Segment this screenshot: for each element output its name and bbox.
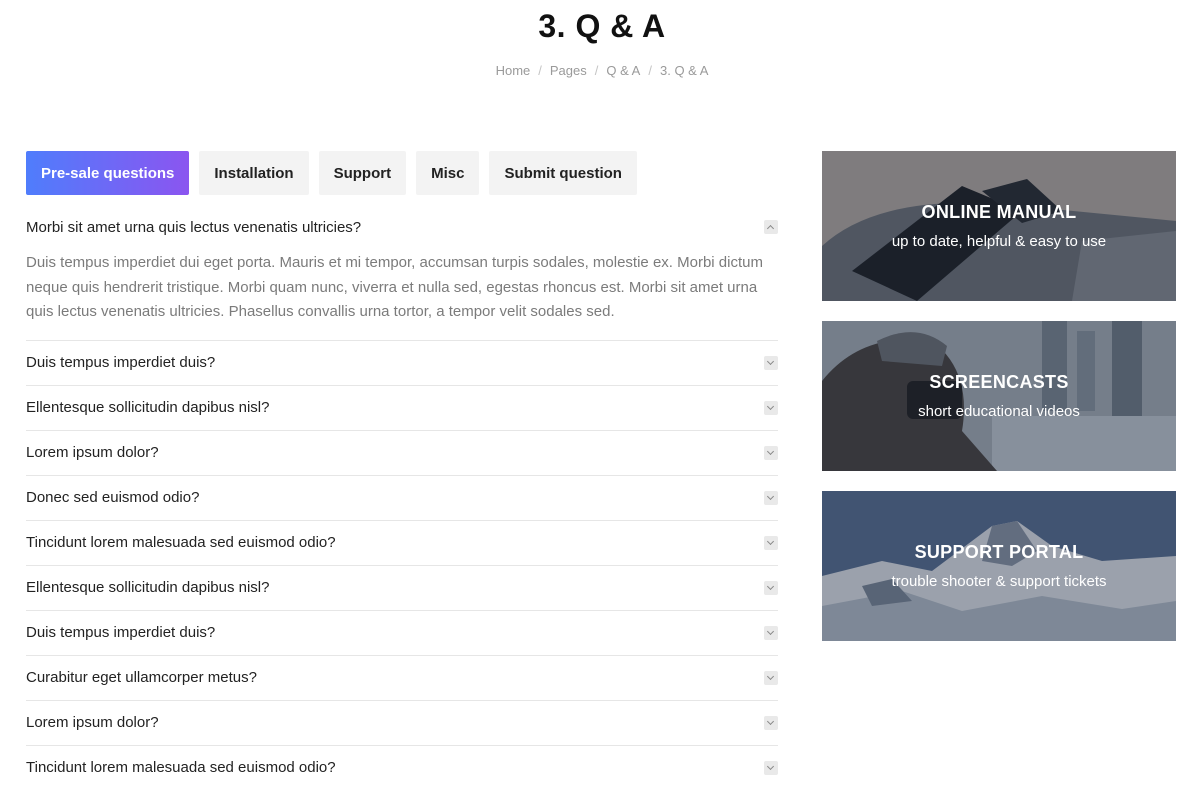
chevron-up-icon[interactable] <box>764 220 778 234</box>
faq-question[interactable]: Ellentesque sollicitudin dapibus nisl? <box>26 386 778 430</box>
tab-installation[interactable]: Installation <box>199 151 309 195</box>
faq-question-text: Duis tempus imperdiet duis? <box>26 624 216 641</box>
promo-subtitle: short educational videos <box>918 403 1080 420</box>
breadcrumb-home[interactable]: Home <box>496 63 531 78</box>
breadcrumb-qa[interactable]: Q & A <box>606 63 640 78</box>
faq-item: Tincidunt lorem malesuada sed euismod od… <box>26 746 778 790</box>
faq-item: Duis tempus imperdiet duis? <box>26 611 778 656</box>
breadcrumb-separator: / <box>538 63 542 78</box>
faq-question-text: Curabitur eget ullamcorper metus? <box>26 669 257 686</box>
faq-question[interactable]: Morbi sit amet urna quis lectus venenati… <box>26 206 778 248</box>
promo-content: SUPPORT PORTAL trouble shooter & support… <box>822 491 1176 641</box>
promo-subtitle: trouble shooter & support tickets <box>891 573 1107 590</box>
chevron-down-icon[interactable] <box>764 715 778 730</box>
faq-question[interactable]: Duis tempus imperdiet duis? <box>26 611 778 655</box>
faq-accordion: Morbi sit amet urna quis lectus venenati… <box>26 206 778 790</box>
faq-question-text: Donec sed euismod odio? <box>26 489 200 506</box>
promo-title: SUPPORT PORTAL <box>914 542 1084 562</box>
promo-title: SCREENCASTS <box>929 372 1069 392</box>
chevron-down-icon[interactable] <box>764 625 778 640</box>
faq-item: Ellentesque sollicitudin dapibus nisl? <box>26 566 778 611</box>
faq-item: Curabitur eget ullamcorper metus? <box>26 656 778 701</box>
chevron-down-icon[interactable] <box>764 670 778 685</box>
breadcrumb-separator: / <box>648 63 652 78</box>
faq-item: Duis tempus imperdiet duis? <box>26 341 778 386</box>
faq-question-text: Tincidunt lorem malesuada sed euismod od… <box>26 534 336 551</box>
faq-item: Lorem ipsum dolor? <box>26 431 778 476</box>
promo-subtitle: up to date, helpful & easy to use <box>891 233 1107 250</box>
promo-title: ONLINE MANUAL <box>921 202 1077 222</box>
faq-item-open: Morbi sit amet urna quis lectus venenati… <box>26 206 778 341</box>
tab-misc[interactable]: Misc <box>416 151 480 195</box>
chevron-down-icon[interactable] <box>764 580 778 595</box>
breadcrumb-separator: / <box>594 63 599 78</box>
promo-content: SCREENCASTS short educational videos <box>822 321 1176 471</box>
faq-question-text: Ellentesque sollicitudin dapibus nisl? <box>26 399 270 416</box>
promo-support-portal[interactable]: SUPPORT PORTAL trouble shooter & support… <box>822 491 1176 641</box>
faq-item: Lorem ipsum dolor? <box>26 701 778 746</box>
faq-answer: Duis tempus imperdiet dui eget porta. Ma… <box>26 254 763 320</box>
faq-item: Donec sed euismod odio? <box>26 476 778 521</box>
faq-question[interactable]: Tincidunt lorem malesuada sed euismod od… <box>26 746 778 790</box>
faq-question-text: Duis tempus imperdiet duis? <box>26 354 216 371</box>
faq-item: Ellentesque sollicitudin dapibus nisl? <box>26 386 778 431</box>
breadcrumb: Home / Pages / Q & A / 3. Q & A <box>0 63 1204 78</box>
page-title: 3. Q & A <box>538 8 666 44</box>
faq-item: Tincidunt lorem malesuada sed euismod od… <box>26 521 778 566</box>
breadcrumb-pages[interactable]: Pages <box>550 63 587 78</box>
chevron-down-icon[interactable] <box>764 535 778 550</box>
faq-tabs: Pre-sale questions Installation Support … <box>26 151 637 195</box>
faq-question[interactable]: Ellentesque sollicitudin dapibus nisl? <box>26 566 778 610</box>
promo-content: ONLINE MANUAL up to date, helpful & easy… <box>822 151 1176 301</box>
chevron-down-icon[interactable] <box>764 445 778 460</box>
faq-question-text: Ellentesque sollicitudin dapibus nisl? <box>26 579 270 596</box>
faq-question[interactable]: Curabitur eget ullamcorper metus? <box>26 656 778 700</box>
chevron-down-icon[interactable] <box>764 760 778 775</box>
faq-question-text: Tincidunt lorem malesuada sed euismod od… <box>26 759 336 776</box>
promo-online-manual[interactable]: ONLINE MANUAL up to date, helpful & easy… <box>822 151 1176 301</box>
tab-pre-sale-questions[interactable]: Pre-sale questions <box>26 151 190 195</box>
faq-question[interactable]: Duis tempus imperdiet duis? <box>26 341 778 385</box>
faq-question-text: Morbi sit amet urna quis lectus venenati… <box>26 218 362 236</box>
tab-support[interactable]: Support <box>318 151 407 195</box>
chevron-down-icon[interactable] <box>764 400 778 415</box>
promo-screencasts[interactable]: SCREENCASTS short educational videos <box>822 321 1176 471</box>
faq-question[interactable]: Lorem ipsum dolor? <box>26 701 778 745</box>
faq-question[interactable]: Lorem ipsum dolor? <box>26 431 778 475</box>
tab-submit-question[interactable]: Submit question <box>489 151 637 195</box>
breadcrumb-current: 3. Q & A <box>659 63 709 78</box>
faq-question-text: Lorem ipsum dolor? <box>26 714 159 731</box>
faq-question-text: Lorem ipsum dolor? <box>26 444 159 461</box>
chevron-down-icon[interactable] <box>764 490 778 505</box>
faq-question[interactable]: Tincidunt lorem malesuada sed euismod od… <box>26 521 778 565</box>
chevron-down-icon[interactable] <box>764 355 778 370</box>
faq-question[interactable]: Donec sed euismod odio? <box>26 476 778 520</box>
